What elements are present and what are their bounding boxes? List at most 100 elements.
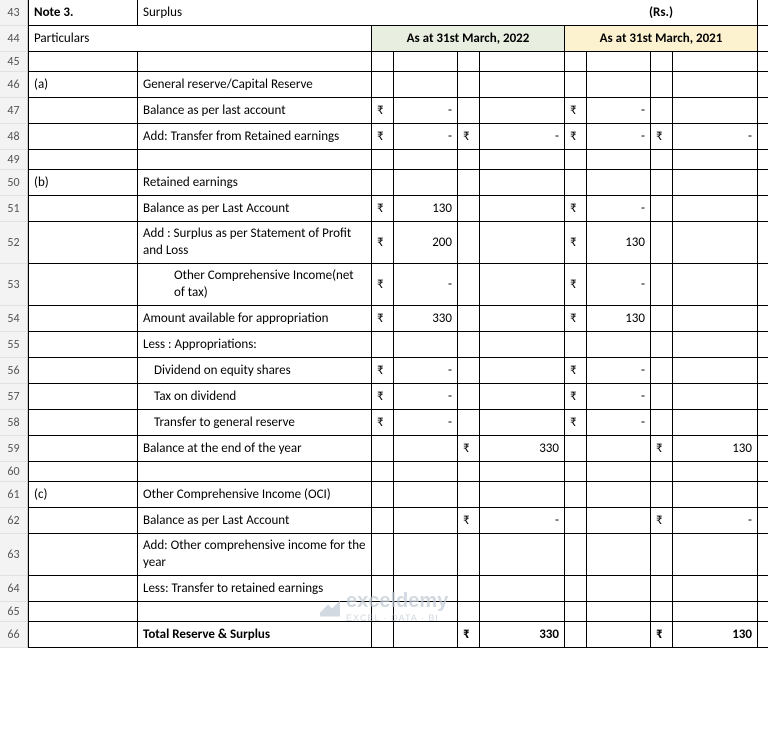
cell-58-h[interactable]: - <box>587 410 651 435</box>
cell-66-h[interactable] <box>587 622 651 647</box>
cell-62-f[interactable]: - <box>480 508 565 533</box>
cell-47-h[interactable]: - <box>587 98 651 123</box>
cell-51-a[interactable] <box>28 196 138 221</box>
cell-60-d[interactable] <box>394 462 458 481</box>
cell-52-j[interactable] <box>673 222 758 263</box>
cell-65-f[interactable] <box>480 602 565 621</box>
cell-65-c[interactable] <box>372 602 394 621</box>
cell-54-j[interactable] <box>673 306 758 331</box>
cell-50-h[interactable] <box>587 170 651 195</box>
cell-63-d[interactable] <box>394 534 458 575</box>
cell-55-g[interactable] <box>565 332 587 357</box>
cell-52-d[interactable]: 200 <box>394 222 458 263</box>
cell-47-b[interactable]: Balance as per last account <box>138 98 372 123</box>
col-2021-header[interactable]: As at 31st March, 2021 <box>565 26 758 51</box>
cell-50-a[interactable]: (b) <box>28 170 138 195</box>
cell-48-i[interactable]: ₹ <box>651 124 673 149</box>
cell-54-a[interactable] <box>28 306 138 331</box>
cell-50-j[interactable] <box>673 170 758 195</box>
cell-55-b[interactable]: Less : Appropriations: <box>138 332 372 357</box>
cell-53-b[interactable]: Other Comprehensive Income(net of tax) <box>138 264 372 305</box>
cell-52-b[interactable]: Add : Surplus as per Statement of Profit… <box>138 222 372 263</box>
cell-59-b[interactable]: Balance at the end of the year <box>138 436 372 461</box>
cell-60-e[interactable] <box>458 462 480 481</box>
cell-46-b[interactable]: General reserve/Capital Reserve <box>138 72 372 97</box>
cell-65-j[interactable] <box>673 602 758 621</box>
cell-55-c[interactable] <box>372 332 394 357</box>
cell-60-c[interactable] <box>372 462 394 481</box>
cell-52-a[interactable] <box>28 222 138 263</box>
cell-64-a[interactable] <box>28 576 138 601</box>
cell-46-d[interactable] <box>394 72 458 97</box>
cell-50-i[interactable] <box>651 170 673 195</box>
cell-46-g[interactable] <box>565 72 587 97</box>
cell-61-g[interactable] <box>565 482 587 507</box>
cell-52-g[interactable]: ₹ <box>565 222 587 263</box>
row-header-49[interactable]: 49 <box>0 150 27 170</box>
cell-47-a[interactable] <box>28 98 138 123</box>
cell-51-b[interactable]: Balance as per Last Account <box>138 196 372 221</box>
cell-50-e[interactable] <box>458 170 480 195</box>
cell-64-g[interactable] <box>565 576 587 601</box>
cell-57-d[interactable]: - <box>394 384 458 409</box>
row-header-45[interactable]: 45 <box>0 52 27 72</box>
row-header-47[interactable]: 47 <box>0 98 27 124</box>
cell-59-h[interactable] <box>587 436 651 461</box>
cell-65-g[interactable] <box>565 602 587 621</box>
cell-48-e[interactable]: ₹ <box>458 124 480 149</box>
cell-54-b[interactable]: Amount available for appropriation <box>138 306 372 331</box>
cell-65-i[interactable] <box>651 602 673 621</box>
cell-59-e[interactable]: ₹ <box>458 436 480 461</box>
cell-49-c[interactable] <box>372 150 394 169</box>
cell-56-f[interactable] <box>480 358 565 383</box>
cell-56-b[interactable]: Dividend on equity shares <box>138 358 372 383</box>
cell-49-a[interactable] <box>28 150 138 169</box>
cell-63-c[interactable] <box>372 534 394 575</box>
cell-53-c[interactable]: ₹ <box>372 264 394 305</box>
cell-52-h[interactable]: 130 <box>587 222 651 263</box>
cell-62-c[interactable] <box>372 508 394 533</box>
cell-63-e[interactable] <box>458 534 480 575</box>
cell-55-i[interactable] <box>651 332 673 357</box>
cell-49-e[interactable] <box>458 150 480 169</box>
cell-45-b[interactable] <box>138 52 372 71</box>
row-header-44[interactable]: 44 <box>0 26 27 52</box>
cell-46-f[interactable] <box>480 72 565 97</box>
cell-61-j[interactable] <box>673 482 758 507</box>
cell-56-c[interactable]: ₹ <box>372 358 394 383</box>
cell-64-b[interactable]: Less: Transfer to retained earnings <box>138 576 372 601</box>
cell-48-g[interactable]: ₹ <box>565 124 587 149</box>
cell-52-c[interactable]: ₹ <box>372 222 394 263</box>
cell-62-b[interactable]: Balance as per Last Account <box>138 508 372 533</box>
cell-51-d[interactable]: 130 <box>394 196 458 221</box>
cell-46-j[interactable] <box>673 72 758 97</box>
cell-55-d[interactable] <box>394 332 458 357</box>
cell-61-d[interactable] <box>394 482 458 507</box>
cell-45-j[interactable] <box>673 52 758 71</box>
cell-60-b[interactable] <box>138 462 372 481</box>
cell-49-f[interactable] <box>480 150 565 169</box>
row-header-50[interactable]: 50 <box>0 170 27 196</box>
cell-54-f[interactable] <box>480 306 565 331</box>
cell-62-d[interactable] <box>394 508 458 533</box>
cell-66-d[interactable] <box>394 622 458 647</box>
cell-47-i[interactable] <box>651 98 673 123</box>
cell-57-h[interactable]: - <box>587 384 651 409</box>
cell-58-e[interactable] <box>458 410 480 435</box>
row-header-54[interactable]: 54 <box>0 306 27 332</box>
cell-47-d[interactable]: - <box>394 98 458 123</box>
cell-60-h[interactable] <box>587 462 651 481</box>
cell-45-g[interactable] <box>565 52 587 71</box>
cell-58-c[interactable]: ₹ <box>372 410 394 435</box>
cell-48-a[interactable] <box>28 124 138 149</box>
row-header-59[interactable]: 59 <box>0 436 27 462</box>
cell-45-i[interactable] <box>651 52 673 71</box>
cell-65-d[interactable] <box>394 602 458 621</box>
cell-50-f[interactable] <box>480 170 565 195</box>
cell-51-f[interactable] <box>480 196 565 221</box>
cell-54-h[interactable]: 130 <box>587 306 651 331</box>
row-header-65[interactable]: 65 <box>0 602 27 622</box>
row-header-55[interactable]: 55 <box>0 332 27 358</box>
cell-45-c[interactable] <box>372 52 394 71</box>
cell-57-e[interactable] <box>458 384 480 409</box>
